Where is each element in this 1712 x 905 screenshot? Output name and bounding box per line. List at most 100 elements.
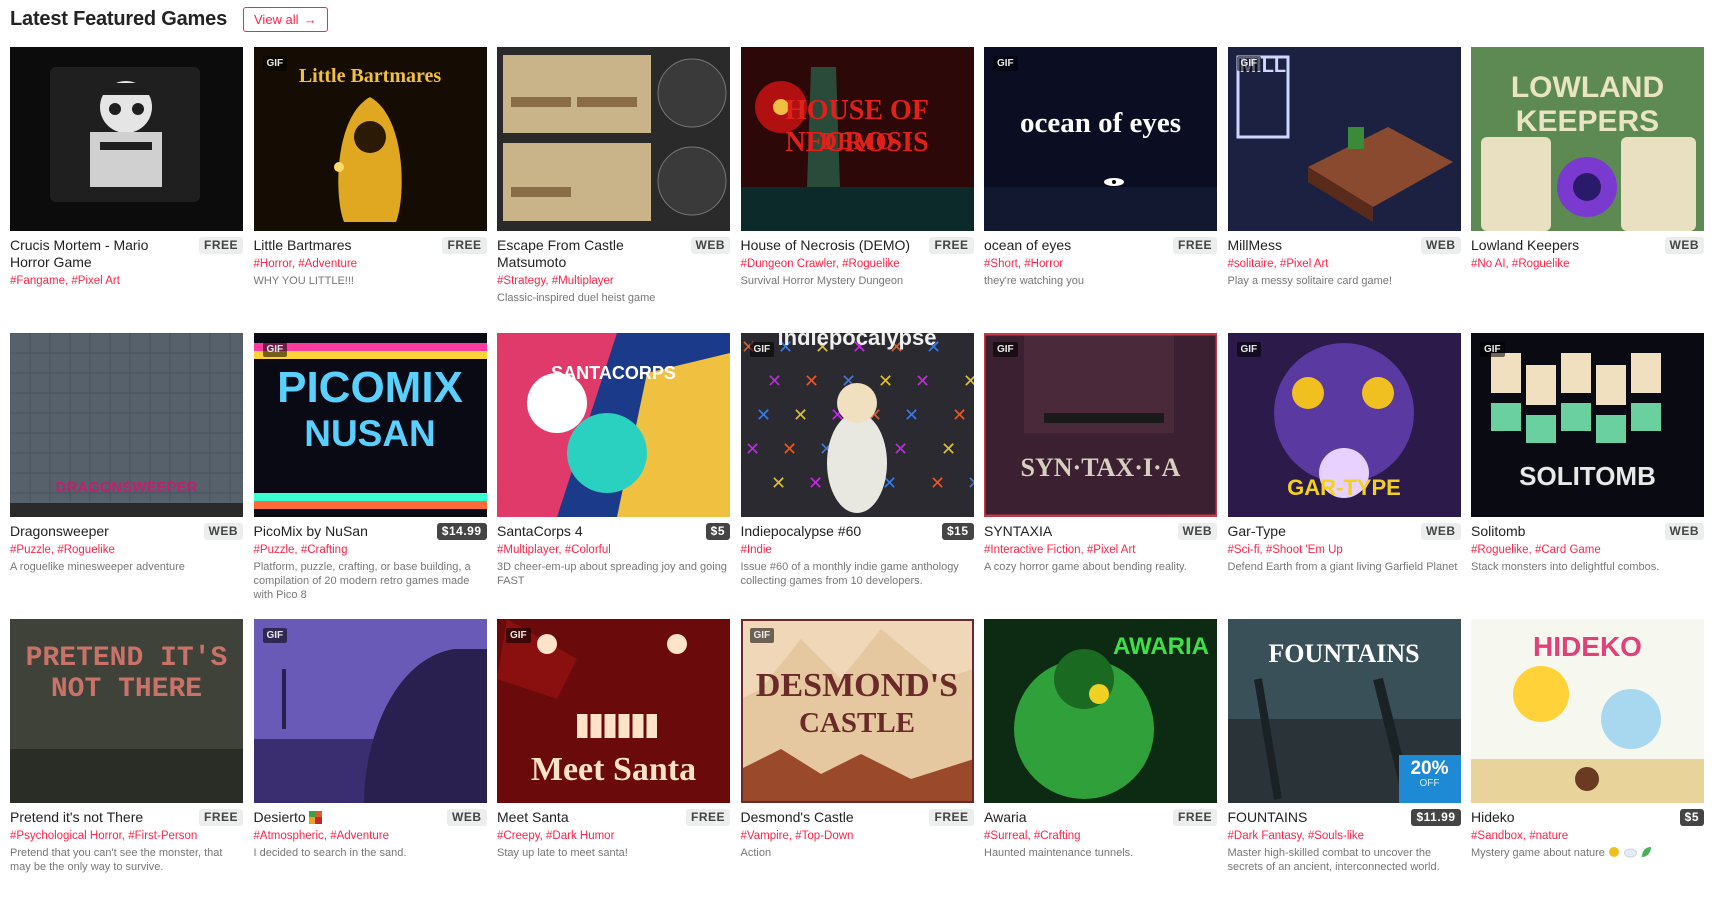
game-title-link[interactable]: Indiepocalypse #60 <box>741 523 913 540</box>
genre-tag-link[interactable]: #solitaire <box>1228 258 1274 270</box>
genre-tag-link[interactable]: #Multiplayer <box>497 544 558 556</box>
game-cell[interactable]: Crucis Mortem - Mario Horror Game FREE #Fa… <box>10 47 243 333</box>
game-cell[interactable]: GIF Desierto WEB #Atmospheric, #Adventure I … <box>253 619 487 905</box>
game-thumbnail[interactable]: SYN·TAX·I·A GIF <box>984 333 1217 517</box>
game-thumbnail[interactable]: GIF <box>253 619 487 803</box>
game-cell[interactable]: ✕✕✕✕✕✕✕✕✕✕✕✕✕✕✕✕✕✕✕✕✕✕✕✕✕✕✕✕✕✕indiepocal… <box>740 333 974 619</box>
genre-tag-link[interactable]: #Shoot 'Em Up <box>1266 544 1343 556</box>
genre-tag-link[interactable]: #Indie <box>741 544 772 556</box>
genre-tag-link[interactable]: #No AI <box>1471 258 1506 270</box>
game-thumbnail[interactable]: PRETEND IT'S NOT THERE <box>10 619 243 803</box>
game-cell[interactable]: MILL GIF MillMess WEB #solitaire, #Pixel Art… <box>1227 47 1461 333</box>
genre-tag-link[interactable]: #Roguelike <box>1471 544 1529 556</box>
game-cell[interactable]: FOUNTAINS 20% OFF FOUNTAINS $11.99 #Dark Fant… <box>1227 619 1461 905</box>
game-title-link[interactable]: Meet Santa <box>497 809 669 826</box>
genre-tag-link[interactable]: #Sandbox <box>1471 830 1523 842</box>
game-title-link[interactable]: PicoMix by NuSan <box>254 523 426 540</box>
game-cell[interactable]: LOWLAND KEEPERS Lowland Keepers WEB #No AI,… <box>1471 47 1704 333</box>
genre-tag-link[interactable]: #Multiplayer <box>552 275 614 287</box>
game-thumbnail[interactable]: ocean of eyes GIF <box>984 47 1217 231</box>
genre-tag-link[interactable]: #Pixel Art <box>1087 544 1136 556</box>
genre-tag-link[interactable]: #Puzzle <box>254 544 295 556</box>
game-cell[interactable]: HOUSE OF NECROSIS DEMO House of Necrosis (… <box>740 47 974 333</box>
game-cell[interactable]: ocean of eyes GIF ocean of eyes FREE #Short,… <box>984 47 1217 333</box>
game-cell[interactable]: Little Bartmares GIF Little Bartmares FREE #… <box>253 47 487 333</box>
game-cell[interactable]: Meet Santa GIF Meet Santa FREE #Creepy, #Dar… <box>497 619 730 905</box>
game-thumbnail[interactable]: GAR-TYPE GIF <box>1227 333 1461 517</box>
game-cell[interactable]: GAR-TYPE GIF Gar-Type WEB #Sci-fi, #Shoot 'E… <box>1227 333 1461 619</box>
game-thumbnail[interactable]: HOUSE OF NECROSIS DEMO <box>740 47 974 231</box>
view-all-button[interactable]: View all → <box>243 6 328 32</box>
genre-tag-link[interactable]: #Dark Fantasy <box>1228 830 1302 842</box>
genre-tag-link[interactable]: #Pixel Art <box>1280 258 1329 270</box>
game-thumbnail[interactable]: SANTACORPS <box>497 333 730 517</box>
game-cell[interactable]: SOLITOMB GIF Solitomb WEB #Roguelike, #Card … <box>1471 333 1704 619</box>
game-title-link[interactable]: House of Necrosis (DEMO) <box>741 237 913 254</box>
game-thumbnail[interactable]: MILL GIF <box>1227 47 1461 231</box>
genre-tag-link[interactable]: #Crafting <box>1034 830 1081 842</box>
game-cell[interactable]: AWARIA Awaria FREE #Surreal, #Crafting Haunt… <box>984 619 1217 905</box>
genre-tag-link[interactable]: #Horror <box>254 258 292 270</box>
genre-tag-link[interactable]: #Puzzle <box>10 544 51 556</box>
game-thumbnail[interactable] <box>497 47 730 231</box>
genre-tag-link[interactable]: #Adventure <box>330 830 389 842</box>
genre-tag-link[interactable]: #Pixel Art <box>71 275 120 287</box>
genre-tag-link[interactable]: #Vampire <box>741 830 789 842</box>
game-cell[interactable]: HIDEKO Hideko $5 #Sandbox, #nature Mystery g… <box>1471 619 1704 905</box>
game-title-link[interactable]: MillMess <box>1228 237 1400 254</box>
genre-tag-link[interactable]: #Dungeon Crawler <box>741 258 836 270</box>
game-title-link[interactable]: Awaria <box>984 809 1156 826</box>
genre-tag-link[interactable]: #Sci-fi <box>1228 544 1260 556</box>
genre-tag-link[interactable]: #Adventure <box>298 258 357 270</box>
game-cell[interactable]: DESMOND'S CASTLE GIF Desmond's Castle FREE #V… <box>740 619 974 905</box>
game-thumbnail[interactable]: Meet Santa GIF <box>497 619 730 803</box>
game-cell[interactable]: DRAGONSWEEPER Dragonsweeper WEB #Puzzle, #R… <box>10 333 243 619</box>
genre-tag-link[interactable]: #Strategy <box>497 275 545 287</box>
genre-tag-link[interactable]: #Interactive Fiction <box>984 544 1081 556</box>
genre-tag-link[interactable]: #First-Person <box>128 830 197 842</box>
genre-tag-link[interactable]: #Souls-like <box>1308 830 1364 842</box>
genre-tag-link[interactable]: #Fangame <box>10 275 65 287</box>
game-title-link[interactable]: Desmond's Castle <box>741 809 913 826</box>
game-title-link[interactable]: ocean of eyes <box>984 237 1156 254</box>
game-thumbnail[interactable]: PICOMIX NUSAN GIF <box>253 333 487 517</box>
game-title-link[interactable]: SantaCorps 4 <box>497 523 669 540</box>
game-cell[interactable]: PRETEND IT'S NOT THERE Pretend it's not T… <box>10 619 243 905</box>
game-thumbnail[interactable]: LOWLAND KEEPERS <box>1471 47 1704 231</box>
game-title-link[interactable]: Desierto <box>254 809 426 826</box>
game-thumbnail[interactable]: ✕✕✕✕✕✕✕✕✕✕✕✕✕✕✕✕✕✕✕✕✕✕✕✕✕✕✕✕✕✕indiepocal… <box>740 333 974 517</box>
game-title-link[interactable]: Escape From Castle Matsumoto <box>497 237 669 271</box>
genre-tag-link[interactable]: #Dark Humor <box>546 830 614 842</box>
game-thumbnail[interactable]: HIDEKO <box>1471 619 1704 803</box>
genre-tag-link[interactable]: #Creepy <box>497 830 540 842</box>
genre-tag-link[interactable]: #Horror <box>1024 258 1063 270</box>
game-title-link[interactable]: FOUNTAINS <box>1228 809 1400 826</box>
game-thumbnail[interactable]: FOUNTAINS 20% OFF <box>1227 619 1461 803</box>
genre-tag-link[interactable]: #Top-Down <box>795 830 853 842</box>
game-thumbnail[interactable]: SOLITOMB GIF <box>1471 333 1704 517</box>
game-thumbnail[interactable]: AWARIA <box>984 619 1217 803</box>
genre-tag-link[interactable]: #Crafting <box>301 544 348 556</box>
genre-tag-link[interactable]: #Roguelike <box>1512 258 1570 270</box>
game-title-link[interactable]: Hideko <box>1471 809 1643 826</box>
game-title-link[interactable]: SYNTAXIA <box>984 523 1156 540</box>
game-cell[interactable]: SANTACORPS SantaCorps 4 $5 #Multiplayer, #C… <box>497 333 730 619</box>
genre-tag-link[interactable]: #Atmospheric <box>254 830 324 842</box>
game-thumbnail[interactable] <box>10 47 243 231</box>
game-title-link[interactable]: Little Bartmares <box>254 237 426 254</box>
genre-tag-link[interactable]: #nature <box>1529 830 1568 842</box>
genre-tag-link[interactable]: #Surreal <box>984 830 1027 842</box>
game-title-link[interactable]: Dragonsweeper <box>10 523 182 540</box>
genre-tag-link[interactable]: #Roguelike <box>842 258 900 270</box>
game-title-link[interactable]: Solitomb <box>1471 523 1643 540</box>
genre-tag-link[interactable]: #Colorful <box>565 544 611 556</box>
game-title-link[interactable]: Gar-Type <box>1228 523 1400 540</box>
genre-tag-link[interactable]: #Card Game <box>1535 544 1601 556</box>
game-cell[interactable]: SYN·TAX·I·A GIF SYNTAXIA WEB #Interactive Fi… <box>984 333 1217 619</box>
game-thumbnail[interactable]: Little Bartmares GIF <box>253 47 487 231</box>
genre-tag-link[interactable]: #Psychological Horror <box>10 830 122 842</box>
game-title-link[interactable]: Lowland Keepers <box>1471 237 1643 254</box>
game-title-link[interactable]: Pretend it's not There <box>10 809 182 826</box>
genre-tag-link[interactable]: #Roguelike <box>57 544 115 556</box>
game-thumbnail[interactable]: DRAGONSWEEPER <box>10 333 243 517</box>
